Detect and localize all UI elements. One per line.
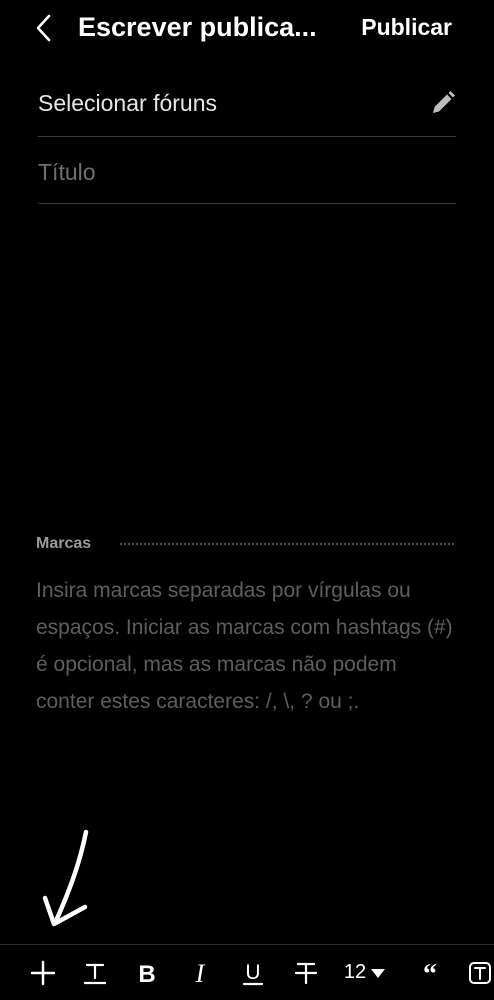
title-field-row xyxy=(38,137,456,204)
text-style-icon xyxy=(84,963,106,984)
underline-icon: U xyxy=(242,961,264,985)
tags-input-placeholder[interactable]: Insira marcas separadas por vírgulas ou … xyxy=(36,572,456,720)
tags-label: Marcas xyxy=(36,535,92,552)
quote-button[interactable]: “ xyxy=(413,945,447,1000)
text-box-button[interactable] xyxy=(466,945,494,1000)
select-forums-row[interactable]: Selecionar fóruns xyxy=(38,70,456,137)
app-header: Escrever publica... Publicar xyxy=(0,0,494,60)
svg-text:U: U xyxy=(245,961,260,984)
page-title: Escrever publica... xyxy=(78,12,317,42)
svg-text:“: “ xyxy=(423,963,437,983)
tags-header: Marcas xyxy=(36,534,454,554)
bold-icon: B xyxy=(138,961,155,986)
svg-text:I: I xyxy=(195,960,206,986)
strikethrough-icon xyxy=(294,962,318,984)
back-button[interactable] xyxy=(30,12,60,44)
font-size-value: 12 xyxy=(343,961,367,983)
text-style-button[interactable] xyxy=(78,945,112,1000)
underline-button[interactable]: U xyxy=(235,945,271,1000)
quote-icon: “ xyxy=(423,963,437,983)
chevron-left-icon xyxy=(36,14,51,42)
publish-button[interactable]: Publicar xyxy=(361,14,452,41)
title-input[interactable] xyxy=(38,155,448,189)
select-forums-label: Selecionar fóruns xyxy=(38,90,217,116)
plus-icon xyxy=(30,960,56,985)
strikethrough-button[interactable] xyxy=(288,945,324,1000)
add-button[interactable] xyxy=(24,945,62,1000)
bold-button[interactable]: B xyxy=(130,945,164,1000)
font-size-dropdown[interactable]: 12 xyxy=(338,945,392,1000)
tags-divider xyxy=(120,543,454,545)
chevron-down-icon xyxy=(371,968,386,978)
pencil-icon xyxy=(433,91,455,113)
svg-text:B: B xyxy=(138,961,155,986)
formatting-toolbar: B I U 12 “ xyxy=(0,944,494,1000)
text-box-icon xyxy=(469,961,491,984)
italic-button[interactable]: I xyxy=(183,945,217,1000)
italic-icon: I xyxy=(195,960,206,986)
hand-drawn-arrow-icon xyxy=(42,829,89,927)
